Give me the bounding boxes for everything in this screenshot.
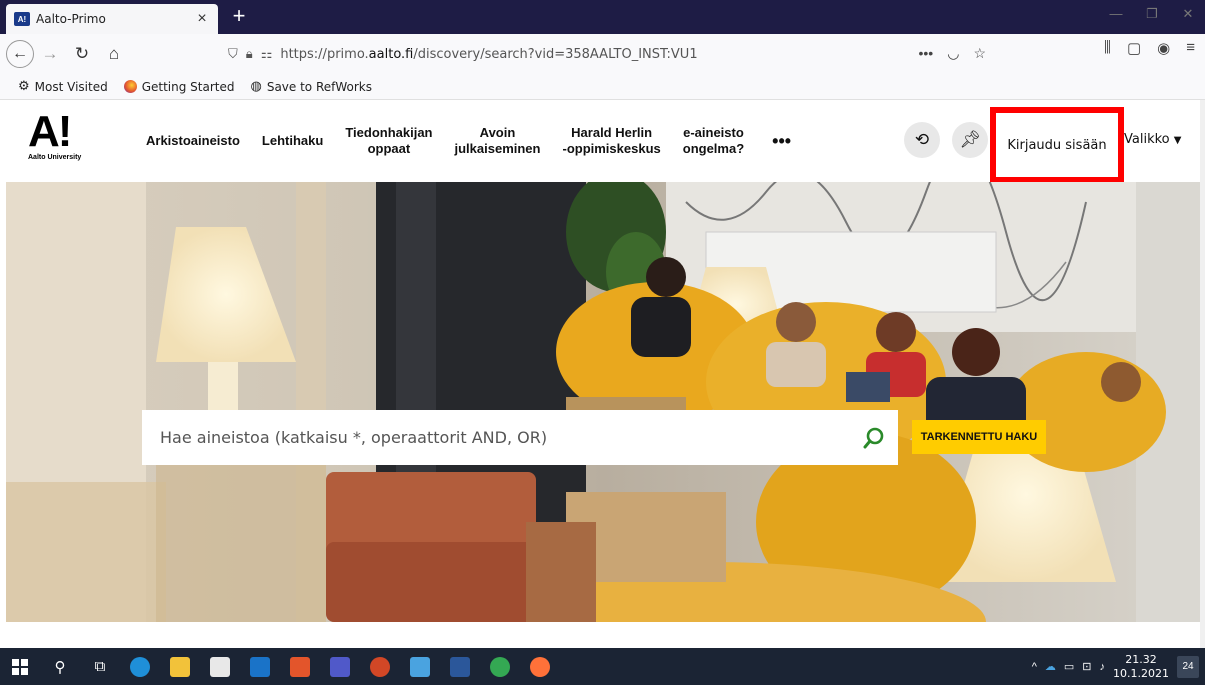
nav-item-lehtihaku[interactable]: Lehtihaku xyxy=(262,133,323,149)
sidebar-icon[interactable]: ▢ xyxy=(1127,39,1141,57)
hero-photo xyxy=(6,182,1200,622)
bookmark-star-icon[interactable]: ☆ xyxy=(973,45,986,62)
notification-icon[interactable]: 24 xyxy=(1177,655,1199,678)
browser-tab[interactable]: A! Aalto-Primo × xyxy=(6,4,218,34)
word-icon[interactable] xyxy=(440,648,480,685)
address-bar[interactable]: ⛉ 🔒︎ ⚏ https://primo.aalto.fi/discovery/… xyxy=(218,39,998,69)
nav-item-arkistoaineisto[interactable]: Arkistoaineisto xyxy=(146,133,240,149)
permissions-icon[interactable]: ⚏ xyxy=(261,46,273,62)
nav-item-avoin-julkaiseminen[interactable]: Avoin julkaiseminen xyxy=(455,125,541,157)
lock-icon[interactable]: 🔒︎ xyxy=(246,46,253,62)
chevron-up-icon[interactable]: ^ xyxy=(1032,661,1037,673)
scrollbar[interactable] xyxy=(1200,100,1205,648)
edge-icon[interactable] xyxy=(120,648,160,685)
firefox-icon xyxy=(123,80,137,93)
login-button[interactable]: Kirjaudu sisään xyxy=(1007,138,1106,153)
browser-navbar: ← → ↻ ⌂ ⛉ 🔒︎ ⚏ https://primo.aalto.fi/di… xyxy=(0,34,1205,74)
globe-icon: ◍ xyxy=(250,79,262,94)
shield-icon[interactable]: ⛉ xyxy=(228,46,238,62)
tab-title: Aalto-Primo xyxy=(36,12,106,26)
powerpoint-icon[interactable] xyxy=(360,648,400,685)
back-arrow-icon[interactable]: ← xyxy=(6,40,34,68)
bookmark-getting-started[interactable]: Getting Started xyxy=(123,80,234,94)
outlook-icon[interactable] xyxy=(240,648,280,685)
hero-banner: Hae aineistoa (katkaisu *, operaattorit … xyxy=(6,182,1200,622)
search-box[interactable]: Hae aineistoa (katkaisu *, operaattorit … xyxy=(142,410,898,465)
pocket-icon[interactable]: ◡ xyxy=(947,45,959,62)
search-taskbar-icon[interactable]: ⚲ xyxy=(40,648,80,685)
site-header: A! Aalto University Arkistoaineisto Leht… xyxy=(6,100,1200,183)
app-icon[interactable] xyxy=(280,648,320,685)
onedrive-icon[interactable]: ☁ xyxy=(1045,660,1056,673)
url-text[interactable]: https://primo.aalto.fi/discovery/search?… xyxy=(280,47,697,62)
advanced-search-button[interactable]: TARKENNETTU HAKU xyxy=(912,420,1046,454)
firefox-taskbar-icon[interactable] xyxy=(520,648,560,685)
library-icon[interactable]: ⫼ xyxy=(1104,39,1111,57)
tab-favicon-icon: A! xyxy=(14,12,30,26)
store-icon[interactable] xyxy=(200,648,240,685)
restore-icon[interactable]: ❐ xyxy=(1134,6,1170,22)
browser-titlebar: A! Aalto-Primo × + — ❐ ✕ xyxy=(0,0,1205,34)
caret-down-icon: ▼ xyxy=(1173,135,1182,146)
hamburger-menu-icon[interactable]: ≡ xyxy=(1186,39,1195,57)
login-highlight: Kirjaudu sisään xyxy=(990,107,1124,183)
page-content-area xyxy=(6,622,1200,648)
windows-start-icon[interactable] xyxy=(0,648,40,685)
menu-button[interactable]: Valikko ▼ xyxy=(1124,132,1181,147)
reload-icon[interactable]: ↻ xyxy=(66,39,98,69)
new-tab-button[interactable]: + xyxy=(226,4,252,30)
nav-more-button[interactable]: ••• xyxy=(772,132,791,150)
search-icon[interactable] xyxy=(850,427,898,449)
bookmark-most-visited[interactable]: ⚙ Most Visited xyxy=(18,79,108,94)
nav-item-harald-herlin[interactable]: Harald Herlin -oppimiskeskus xyxy=(562,125,660,157)
close-tab-icon[interactable]: × xyxy=(194,10,210,28)
close-window-icon[interactable]: ✕ xyxy=(1170,6,1205,22)
account-icon[interactable]: ◉ xyxy=(1157,39,1170,57)
bookmarks-toolbar: ⚙ Most Visited Getting Started ◍ Save to… xyxy=(0,74,1205,100)
nav-item-e-aineisto[interactable]: e-aineisto ongelma? xyxy=(683,125,744,157)
system-tray: ^ ☁ ▭ ⊡ ♪ 21.32 10.1.2021 24 xyxy=(1032,648,1205,685)
nav-item-tiedonhakijan-oppaat[interactable]: Tiedonhakijan oppaat xyxy=(345,125,432,157)
history-icon[interactable]: ⟲ xyxy=(904,122,940,158)
bookmark-save-to-refworks[interactable]: ◍ Save to RefWorks xyxy=(250,79,372,94)
teams-icon[interactable] xyxy=(320,648,360,685)
volume-icon[interactable]: ♪ xyxy=(1100,661,1106,673)
windows-taskbar: ⚲ ⧉ ^ ☁ ▭ ⊡ ♪ 21.32 10.1.2021 24 xyxy=(0,648,1205,685)
minimize-icon[interactable]: — xyxy=(1098,6,1134,21)
forward-arrow-icon[interactable]: → xyxy=(34,39,66,69)
page-actions-icon[interactable]: ••• xyxy=(919,45,934,62)
clock[interactable]: 21.32 10.1.2021 xyxy=(1113,653,1169,681)
app-blue-icon[interactable] xyxy=(400,648,440,685)
chrome-icon[interactable] xyxy=(480,648,520,685)
search-input[interactable]: Hae aineistoa (katkaisu *, operaattorit … xyxy=(160,428,850,447)
pin-icon[interactable]: 📌︎ xyxy=(952,122,988,158)
battery-icon[interactable]: ▭ xyxy=(1064,660,1074,673)
task-view-icon[interactable]: ⧉ xyxy=(80,648,120,685)
aalto-logo[interactable]: A! Aalto University xyxy=(28,110,81,162)
network-icon[interactable]: ⊡ xyxy=(1082,660,1091,673)
gear-icon: ⚙ xyxy=(18,79,30,94)
main-navigation: Arkistoaineisto Lehtihaku Tiedonhakijan … xyxy=(146,100,791,182)
file-explorer-icon[interactable] xyxy=(160,648,200,685)
home-icon[interactable]: ⌂ xyxy=(98,39,130,69)
